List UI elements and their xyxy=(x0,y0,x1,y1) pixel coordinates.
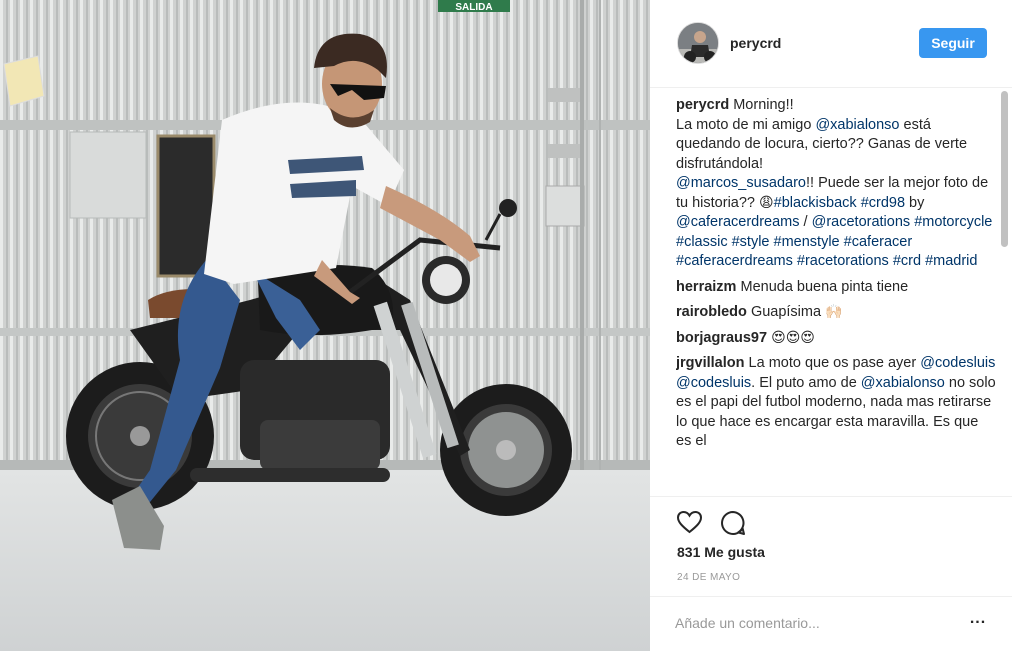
mention-link[interactable]: @xabialonso xyxy=(861,375,945,391)
post-date: 24 DE MAYO xyxy=(677,572,741,583)
post-actions: 831 Me gusta 24 DE MAYO xyxy=(650,496,1012,596)
comment-item: herraizm Menuda buena pinta tiene xyxy=(676,278,996,298)
mention-link[interactable]: @codesluis xyxy=(676,375,751,391)
hashtag-link[interactable]: #menstyle xyxy=(774,234,840,250)
scrollbar-thumb[interactable] xyxy=(1001,91,1008,247)
mention-link[interactable]: @caferacerdreams xyxy=(676,214,800,230)
comment-username[interactable]: herraizm xyxy=(676,279,736,295)
follow-button[interactable]: Seguir xyxy=(919,28,987,58)
caption: perycrd Morning!! La moto de mi amigo @x… xyxy=(676,96,996,272)
comment-text: Menuda buena pinta tiene xyxy=(740,278,909,295)
caption-username[interactable]: perycrd xyxy=(676,97,729,113)
heart-eyes-emoji: 😍😍😍 xyxy=(771,329,815,346)
hashtag-link[interactable]: #caferacerdreams xyxy=(676,253,793,269)
mention-link[interactable]: @marcos_susadaro xyxy=(676,175,806,191)
comment-text: La moto que os pase ayer xyxy=(748,355,921,371)
mention-link[interactable]: @codesluis xyxy=(920,355,995,371)
hashtag-link[interactable]: #classic xyxy=(676,234,728,250)
mention-link[interactable]: @xabialonso xyxy=(815,117,899,133)
hashtag-link[interactable]: #madrid xyxy=(925,253,977,269)
comment-username[interactable]: rairobledo xyxy=(676,304,747,320)
weary-face-emoji: 😩 xyxy=(759,194,774,211)
more-options-button[interactable]: ... xyxy=(968,611,988,630)
caption-text: by xyxy=(905,194,925,211)
hashtag-link[interactable]: #crd98 xyxy=(861,195,905,211)
avatar-image xyxy=(678,23,718,63)
post-image: SALIDA xyxy=(0,0,650,651)
comment-item: rairobledo Guapísima 🙌🏻 xyxy=(676,303,996,323)
hashtag-link[interactable]: #caferacer xyxy=(844,234,913,250)
post-photo[interactable]: SALIDA xyxy=(0,0,650,651)
post-header: perycrd Seguir xyxy=(650,0,1012,88)
comment-icon[interactable] xyxy=(720,510,746,541)
likes-count[interactable]: 831 Me gusta xyxy=(677,544,765,560)
caption-text: Morning!! xyxy=(729,97,794,113)
comment-item: jrgvillalon La moto que os pase ayer @co… xyxy=(676,354,996,452)
comment-item: borjagraus97 😍😍😍 xyxy=(676,329,996,349)
comment-text: . El puto amo de xyxy=(751,374,861,391)
hashtag-link[interactable]: #racetorations xyxy=(797,253,889,269)
hashtag-link[interactable]: #blackisback xyxy=(774,195,857,211)
hashtag-link[interactable]: #motorcycle xyxy=(914,214,992,230)
comment-username[interactable]: jrgvillalon xyxy=(676,355,745,371)
caption-text: La moto de mi amigo xyxy=(676,116,816,133)
hashtag-link[interactable]: #crd xyxy=(893,253,921,269)
heart-icon[interactable] xyxy=(676,510,703,539)
exit-sign: SALIDA xyxy=(455,2,492,13)
avatar[interactable] xyxy=(677,22,719,64)
hashtag-link[interactable]: #style xyxy=(732,234,770,250)
comment-text: Guapísima xyxy=(750,304,822,320)
raised-hands-emoji: 🙌🏻 xyxy=(825,304,843,320)
comments-scrollbar[interactable] xyxy=(1001,89,1009,495)
comment-username[interactable]: borjagraus97 xyxy=(676,330,767,346)
comments-list: perycrd Morning!! La moto de mi amigo @x… xyxy=(676,96,996,496)
add-comment-bar: ... xyxy=(650,596,1012,651)
caption-text: / xyxy=(799,214,812,230)
header-username[interactable]: perycrd xyxy=(730,35,781,51)
post-side-panel: perycrd Seguir perycrd Morning!! La moto… xyxy=(650,0,1012,651)
comment-input[interactable] xyxy=(675,611,955,635)
mention-link[interactable]: @racetorations xyxy=(812,214,911,230)
